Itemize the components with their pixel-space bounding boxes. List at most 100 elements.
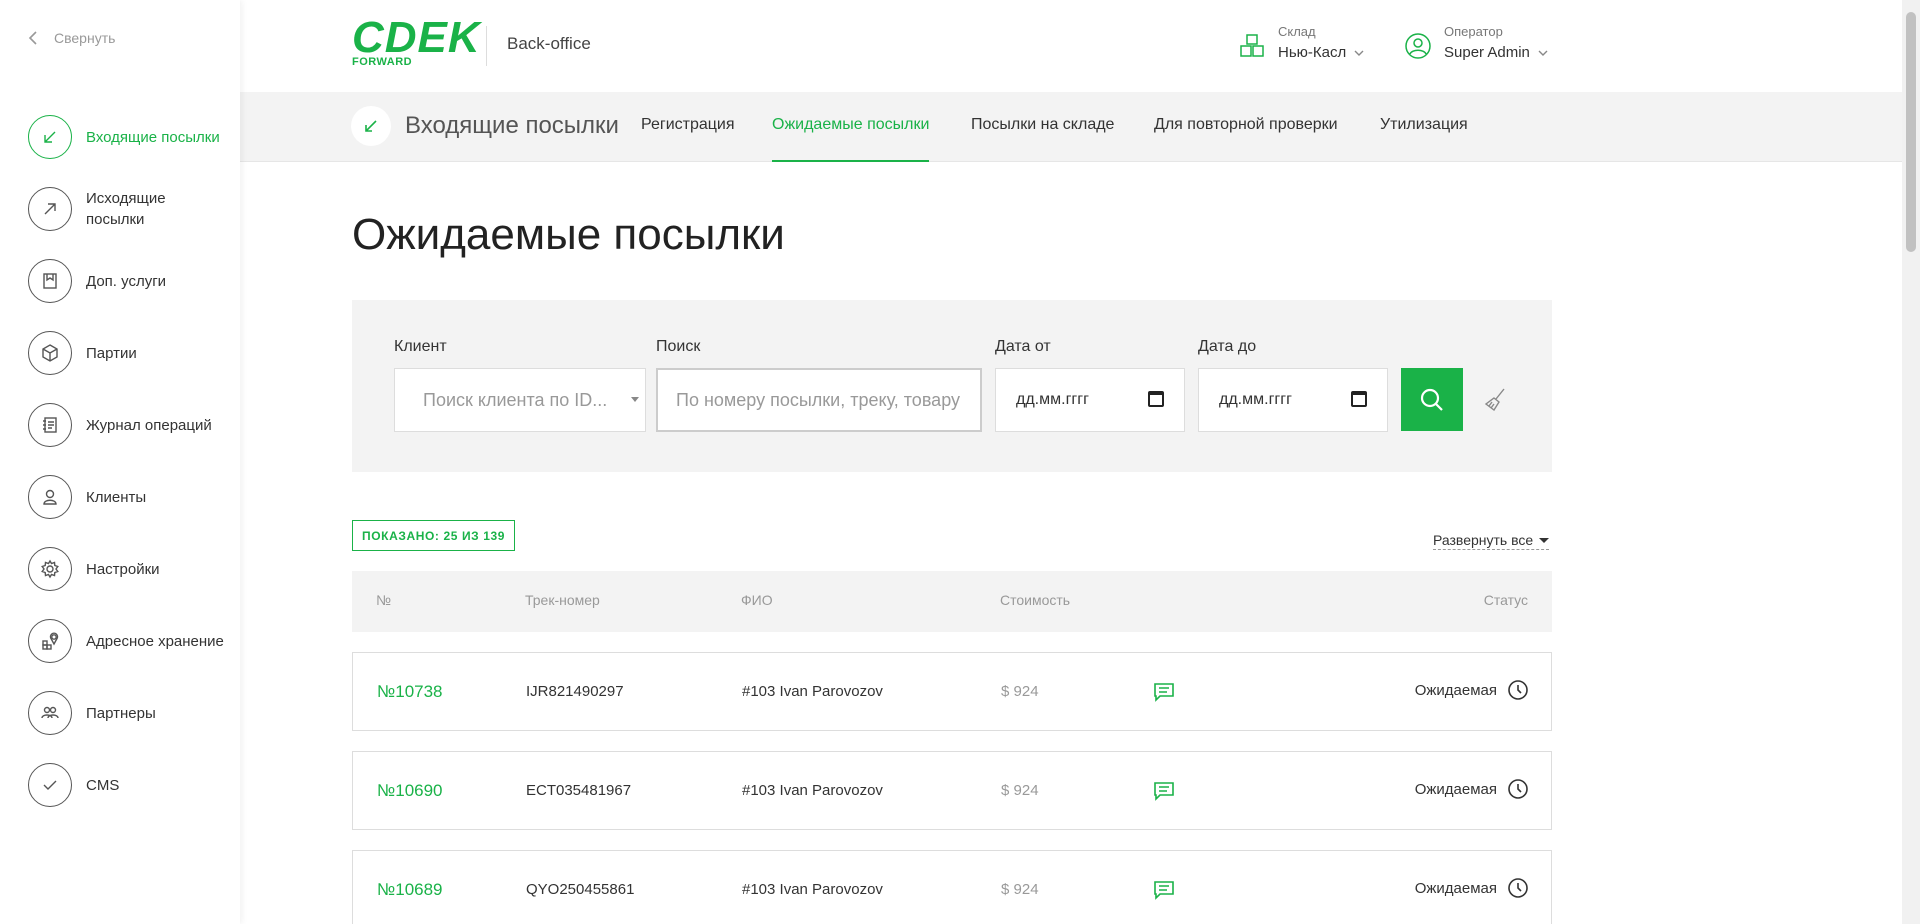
sidebar-item-clients[interactable]: Клиенты bbox=[28, 461, 228, 533]
header-divider bbox=[486, 26, 487, 66]
customer-name: #103 Ivan Parovozov bbox=[742, 881, 883, 898]
chevron-left-icon bbox=[28, 31, 37, 45]
partners-icon bbox=[28, 691, 72, 735]
tab-expected-parcels[interactable]: Ожидаемые посылки bbox=[772, 116, 930, 162]
table-row[interactable]: №10738 IJR821490297 #103 Ivan Parovozov … bbox=[352, 652, 1552, 731]
sidebar-item-label: Журнал операций bbox=[86, 416, 212, 434]
sidebar-item-label: Клиенты bbox=[86, 488, 147, 506]
gear-icon bbox=[28, 547, 72, 591]
clear-filters-button[interactable] bbox=[1482, 386, 1510, 414]
column-header-num: № bbox=[376, 592, 392, 608]
chevron-down-icon bbox=[1538, 50, 1548, 56]
sidebar-item-label: Настройки bbox=[86, 560, 160, 578]
app-root: Свернуть Входящие посылки Исходящие посы… bbox=[0, 0, 1920, 924]
clock-icon bbox=[1508, 878, 1528, 898]
scrollbar-thumb[interactable] bbox=[1906, 12, 1916, 252]
app-name: Back-office bbox=[507, 34, 591, 53]
date-from-label: Дата от bbox=[995, 338, 1051, 355]
track-number: IJR821490297 bbox=[526, 683, 624, 700]
page-title: Ожидаемые посылки bbox=[352, 210, 785, 259]
status-label: Ожидаемая bbox=[1414, 681, 1497, 699]
sidebar-item-outgoing[interactable]: Исходящие посылки bbox=[28, 173, 228, 245]
arrow-down-left-icon bbox=[28, 115, 72, 159]
comment-icon[interactable] bbox=[1153, 880, 1175, 900]
calendar-icon[interactable] bbox=[1148, 391, 1164, 407]
sidebar: Свернуть Входящие посылки Исходящие посы… bbox=[0, 0, 240, 924]
comment-icon[interactable] bbox=[1153, 781, 1175, 801]
section-tabs-bar: Входящие посылки Регистрация Ожидаемые п… bbox=[240, 92, 1902, 162]
top-header: CDEK FORWARD Back-office Склад Нью-Касл … bbox=[240, 0, 1902, 92]
sidebar-item-partners[interactable]: Партнеры bbox=[28, 677, 228, 749]
brush-icon bbox=[1484, 388, 1505, 412]
sidebar-item-batches[interactable]: Партии bbox=[28, 317, 228, 389]
journal-icon bbox=[28, 403, 72, 447]
calendar-icon[interactable] bbox=[1351, 391, 1367, 407]
sidebar-item-label: Доп. услуги bbox=[86, 272, 167, 290]
column-header-track: Трек-номер bbox=[525, 592, 600, 608]
sidebar-item-settings[interactable]: Настройки bbox=[28, 533, 228, 605]
parcel-cost: $ 924 bbox=[1001, 683, 1039, 700]
filters-panel: Клиент Поиск клиента по ID... Поиск По н… bbox=[352, 300, 1552, 472]
warehouse-boxes-icon bbox=[1240, 34, 1264, 57]
sidebar-item-label: CMS bbox=[86, 776, 120, 794]
table-row[interactable]: №10689 QYO250455861 #103 Ivan Parovozov … bbox=[352, 850, 1552, 924]
sidebar-item-incoming[interactable]: Входящие посылки bbox=[28, 101, 228, 173]
parcel-cost: $ 924 bbox=[1001, 782, 1039, 799]
parcel-number-link[interactable]: №10738 bbox=[377, 682, 443, 702]
caret-down-icon bbox=[1539, 537, 1550, 543]
sidebar-item-journal[interactable]: Журнал операций bbox=[28, 389, 228, 461]
collapse-sidebar-button[interactable]: Свернуть bbox=[28, 30, 115, 46]
operator-value: Super Admin bbox=[1444, 44, 1530, 61]
search-button[interactable] bbox=[1401, 368, 1463, 431]
sidebar-item-label: Входящие посылки bbox=[86, 128, 220, 146]
operator-selector[interactable]: Оператор Super Admin bbox=[1404, 24, 1548, 61]
sidebar-item-extra-services[interactable]: Доп. услуги bbox=[28, 245, 228, 317]
comment-icon[interactable] bbox=[1153, 682, 1175, 702]
tab-recheck[interactable]: Для повторной проверки bbox=[1154, 116, 1338, 162]
date-from-input[interactable]: дд.мм.гггг bbox=[995, 368, 1185, 432]
date-to-placeholder: дд.мм.гггг bbox=[1219, 391, 1292, 408]
clock-icon bbox=[1508, 680, 1528, 700]
table-row[interactable]: №10690 ECT035481967 #103 Ivan Parovozov … bbox=[352, 751, 1552, 830]
client-select[interactable]: Поиск клиента по ID... bbox=[394, 368, 646, 432]
logo-main-text: CDEK bbox=[352, 13, 481, 62]
check-icon bbox=[28, 763, 72, 807]
date-from-placeholder: дд.мм.гггг bbox=[1016, 391, 1089, 408]
tab-parcels-in-warehouse[interactable]: Посылки на складе bbox=[971, 116, 1114, 162]
storage-pin-icon bbox=[28, 619, 72, 663]
tab-registration[interactable]: Регистрация bbox=[641, 116, 735, 162]
cdek-logo[interactable]: CDEK FORWARD bbox=[352, 13, 481, 69]
parcel-number-link[interactable]: №10689 bbox=[377, 880, 443, 900]
sidebar-item-label: Партнеры bbox=[86, 704, 156, 722]
search-label: Поиск bbox=[656, 338, 701, 355]
column-header-cost: Стоимость bbox=[1000, 592, 1071, 608]
track-number: ECT035481967 bbox=[526, 782, 632, 799]
status-label: Ожидаемая bbox=[1414, 879, 1497, 897]
status-badge: Ожидаемая bbox=[1415, 679, 1529, 701]
track-number: QYO250455861 bbox=[526, 881, 635, 898]
search-icon bbox=[1420, 388, 1443, 411]
client-placeholder: Поиск клиента по ID... bbox=[423, 389, 608, 410]
expand-all-button[interactable]: Развернуть все bbox=[1433, 532, 1550, 550]
date-to-input[interactable]: дд.мм.гггг bbox=[1198, 368, 1388, 432]
chevron-down-icon bbox=[1354, 50, 1364, 56]
search-input[interactable]: По номеру посылки, треку, товару bbox=[656, 368, 982, 432]
tab-disposal[interactable]: Утилизация bbox=[1380, 116, 1468, 162]
shown-count-badge: ПОКАЗАНО: 25 ИЗ 139 bbox=[352, 520, 516, 551]
customer-name: #103 Ivan Parovozov bbox=[742, 782, 883, 799]
user-circle-icon bbox=[1405, 33, 1431, 59]
sidebar-item-label: Партии bbox=[86, 344, 137, 362]
warehouse-selector[interactable]: Склад Нью-Касл bbox=[1238, 24, 1364, 61]
status-badge: Ожидаемая bbox=[1415, 778, 1529, 800]
parcel-number-link[interactable]: №10690 bbox=[377, 781, 443, 801]
sidebar-item-label: Адресное хранение bbox=[86, 632, 224, 650]
collapse-label: Свернуть bbox=[54, 30, 116, 46]
vertical-scrollbar[interactable] bbox=[1902, 0, 1920, 924]
sidebar-item-address-storage[interactable]: Адресное хранение bbox=[28, 605, 228, 677]
sidebar-item-cms[interactable]: CMS bbox=[28, 749, 228, 821]
arrow-up-right-icon bbox=[28, 187, 72, 231]
customer-name: #103 Ivan Parovozov bbox=[742, 683, 883, 700]
date-to-label: Дата до bbox=[1198, 338, 1257, 355]
column-header-status: Статус bbox=[1483, 592, 1528, 608]
operator-caption: Оператор bbox=[1444, 24, 1503, 39]
